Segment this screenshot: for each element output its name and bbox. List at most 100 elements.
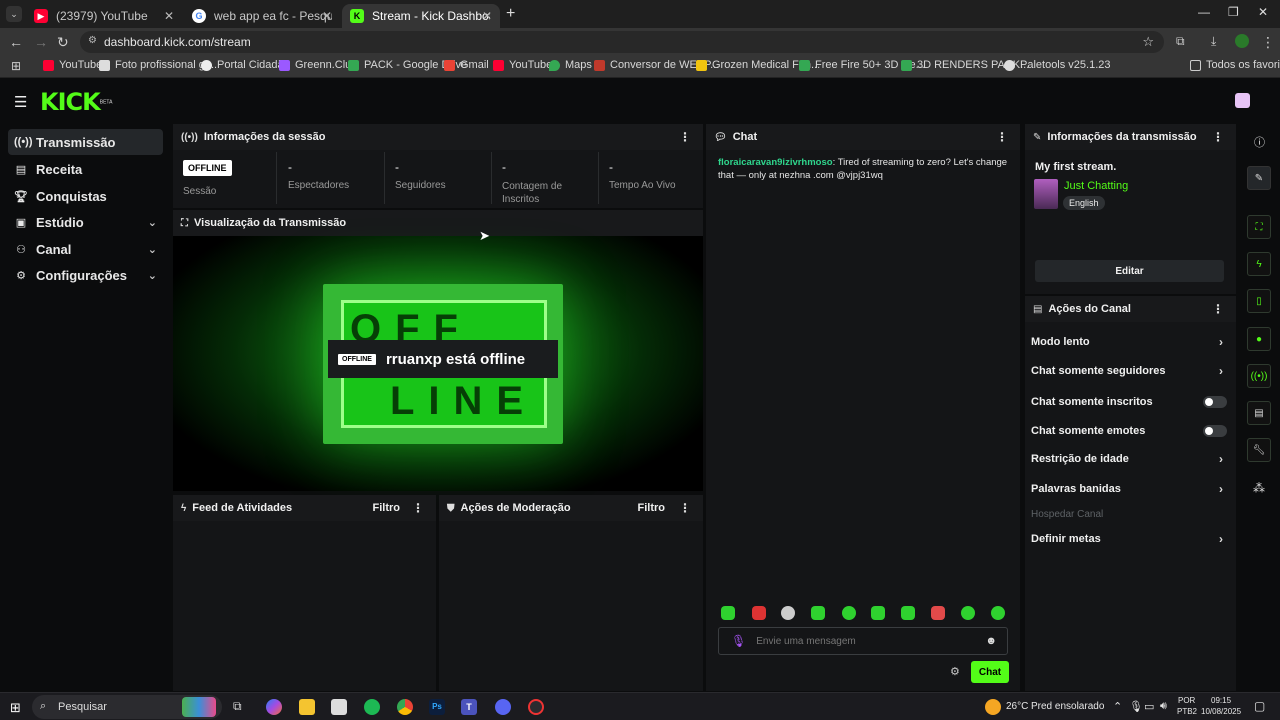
action-followers-only[interactable]: Chat somente seguidores ›: [1031, 364, 1227, 378]
emote-icon[interactable]: [991, 606, 1005, 620]
filter-button[interactable]: Filtro: [638, 502, 666, 514]
download-icon[interactable]: ⤓: [1211, 34, 1216, 49]
more-options-icon[interactable]: ⋮: [679, 501, 691, 515]
volume-icon[interactable]: 🔊︎: [1160, 700, 1167, 713]
info-icon[interactable]: ⓘ: [1254, 134, 1265, 150]
bookmark-item[interactable]: YouTube: [493, 59, 552, 71]
chat-username[interactable]: floraicaravan9izivrhmoso: [718, 157, 833, 168]
browser-tab-youtube[interactable]: ▶ (23979) YouTube ✕: [26, 4, 182, 28]
chat-send-button[interactable]: Chat: [971, 661, 1009, 683]
more-options-icon[interactable]: ⋮: [1212, 130, 1224, 144]
windows-start-icon[interactable]: ⊞: [10, 700, 21, 716]
layout-icon[interactable]: ▤: [1247, 401, 1271, 425]
hamburger-menu-icon[interactable]: ☰: [14, 93, 27, 111]
sidebar-item-canal[interactable]: ⚇ Canal ⌄: [8, 236, 163, 262]
sidebar-item-conquistas[interactable]: 🏆︎ Conquistas: [8, 183, 163, 209]
sidebar-item-estudio[interactable]: ▣ Estúdio ⌄: [8, 209, 163, 235]
category-thumbnail[interactable]: [1034, 179, 1058, 209]
all-bookmarks-button[interactable]: Todos os favoritos: [1190, 59, 1280, 71]
chat-bubble-icon[interactable]: ●: [1247, 327, 1271, 351]
browser-tab-kick-dashboard[interactable]: K Stream - Kick Dashboard ✕: [342, 4, 500, 28]
emote-icon[interactable]: [752, 606, 766, 620]
document-icon[interactable]: ▯: [1247, 289, 1271, 313]
broadcast-icon[interactable]: ((•)): [1247, 364, 1271, 388]
weather-sun-icon[interactable]: [985, 699, 1001, 715]
emote-icon[interactable]: [811, 606, 825, 620]
taskbar-search[interactable]: ⌕ Pesquisar: [32, 695, 222, 719]
bookmark-item[interactable]: Maps: [549, 59, 592, 71]
emotes-only-toggle[interactable]: [1203, 425, 1227, 437]
extensions-icon[interactable]: ⧉: [1176, 34, 1185, 49]
emote-icon[interactable]: [721, 606, 735, 620]
more-options-icon[interactable]: ⋮: [679, 130, 691, 144]
address-bar[interactable]: ⚙ dashboard.kick.com/stream ☆: [80, 31, 1164, 53]
sidebar-item-transmissao[interactable]: ((•)) Transmissão: [8, 129, 163, 155]
close-tab-icon[interactable]: ✕: [482, 9, 492, 23]
lightning-icon[interactable]: ϟ: [1247, 252, 1271, 276]
bookmark-item[interactable]: Paletools v25.1.23: [1004, 59, 1111, 71]
subscribers-only-toggle[interactable]: [1203, 396, 1227, 408]
share-nodes-icon[interactable]: ⁂: [1253, 481, 1265, 495]
emote-icon[interactable]: [842, 606, 856, 620]
emote-icon[interactable]: [781, 606, 795, 620]
spotify-icon[interactable]: [364, 699, 380, 715]
minimize-window-icon[interactable]: —: [1198, 5, 1210, 19]
action-slow-mode[interactable]: Modo lento ›: [1031, 335, 1227, 349]
wrench-icon[interactable]: 🔧︎: [1247, 438, 1271, 462]
back-arrow-icon[interactable]: ←: [9, 34, 23, 50]
microphone-icon[interactable]: 🎙︎: [731, 634, 746, 648]
reload-icon[interactable]: ↻: [57, 34, 69, 51]
discord-icon[interactable]: [495, 699, 511, 715]
bookmark-star-icon[interactable]: ☆: [1142, 34, 1154, 50]
apps-grid-icon[interactable]: ⊞: [11, 59, 21, 73]
clock-time[interactable]: 09:15: [1211, 696, 1231, 705]
filter-button[interactable]: Filtro: [373, 502, 401, 514]
emote-icon[interactable]: [901, 606, 915, 620]
close-tab-icon[interactable]: ✕: [164, 9, 174, 23]
chat-input[interactable]: 🎙︎ ☻: [718, 627, 1008, 655]
offline-video-frame[interactable]: OFF LINE OFFLINE rruanxp está offline: [173, 236, 703, 491]
new-tab-plus-icon[interactable]: +: [506, 5, 515, 23]
microphone-icon[interactable]: 🎙︎: [1129, 700, 1143, 713]
file-explorer-icon[interactable]: [299, 699, 315, 715]
edit-pencil-icon[interactable]: ✎: [1247, 166, 1271, 190]
more-options-icon[interactable]: ⋮: [996, 130, 1008, 144]
user-avatar[interactable]: [1235, 93, 1250, 108]
sidebar-item-configuracoes[interactable]: ⚙ Configurações ⌄: [8, 262, 163, 288]
emote-icon[interactable]: [961, 606, 975, 620]
tray-chevron-up-icon[interactable]: ⌃: [1113, 700, 1122, 713]
action-banned-words[interactable]: Palavras banidas ›: [1031, 482, 1227, 496]
bookmark-item[interactable]: Gmail: [444, 59, 489, 71]
bookmark-item[interactable]: Greenn.Club: [279, 59, 357, 71]
tab-search-chevron-icon[interactable]: ⌄: [6, 6, 22, 22]
action-age-restriction[interactable]: Restrição de idade ›: [1031, 452, 1227, 466]
chrome-icon[interactable]: [397, 699, 413, 715]
emote-icon[interactable]: [931, 606, 945, 620]
clock-date[interactable]: 10/08/2025: [1201, 707, 1241, 716]
notification-bell-icon[interactable]: ▢: [1254, 699, 1265, 713]
task-view-icon[interactable]: ⧉: [233, 699, 249, 715]
emoji-icon[interactable]: ☻: [985, 635, 997, 647]
photoshop-icon[interactable]: Ps: [429, 699, 445, 715]
site-info-icon[interactable]: ⚙: [88, 35, 97, 46]
store-icon[interactable]: [331, 699, 347, 715]
sidebar-item-receita[interactable]: ▤ Receita: [8, 156, 163, 182]
chat-message-input[interactable]: [756, 635, 977, 647]
bookmark-item[interactable]: YouTube: [43, 59, 102, 71]
emote-icon[interactable]: [871, 606, 885, 620]
bookmark-item[interactable]: Foto profissional gr...: [99, 59, 217, 71]
edit-stream-button[interactable]: Editar: [1035, 260, 1224, 282]
close-tab-icon[interactable]: ✕: [322, 9, 332, 23]
language-top[interactable]: POR: [1178, 696, 1195, 705]
browser-tab-google-search[interactable]: G web app ea fc - Pesquisa Goog ✕: [184, 4, 340, 28]
restore-window-icon[interactable]: ❐: [1228, 5, 1239, 19]
browser-menu-icon[interactable]: ⋮: [1261, 34, 1275, 51]
chat-settings-gear-icon[interactable]: ⚙: [950, 665, 960, 678]
category-link[interactable]: Just Chatting: [1064, 180, 1128, 192]
close-window-icon[interactable]: ✕: [1258, 5, 1268, 19]
obs-icon[interactable]: [528, 699, 544, 715]
more-options-icon[interactable]: ⋮: [412, 501, 424, 515]
profile-avatar[interactable]: [1235, 34, 1249, 48]
language-bottom[interactable]: PTB2: [1177, 707, 1197, 716]
clip-icon[interactable]: ⛶: [1247, 215, 1271, 239]
